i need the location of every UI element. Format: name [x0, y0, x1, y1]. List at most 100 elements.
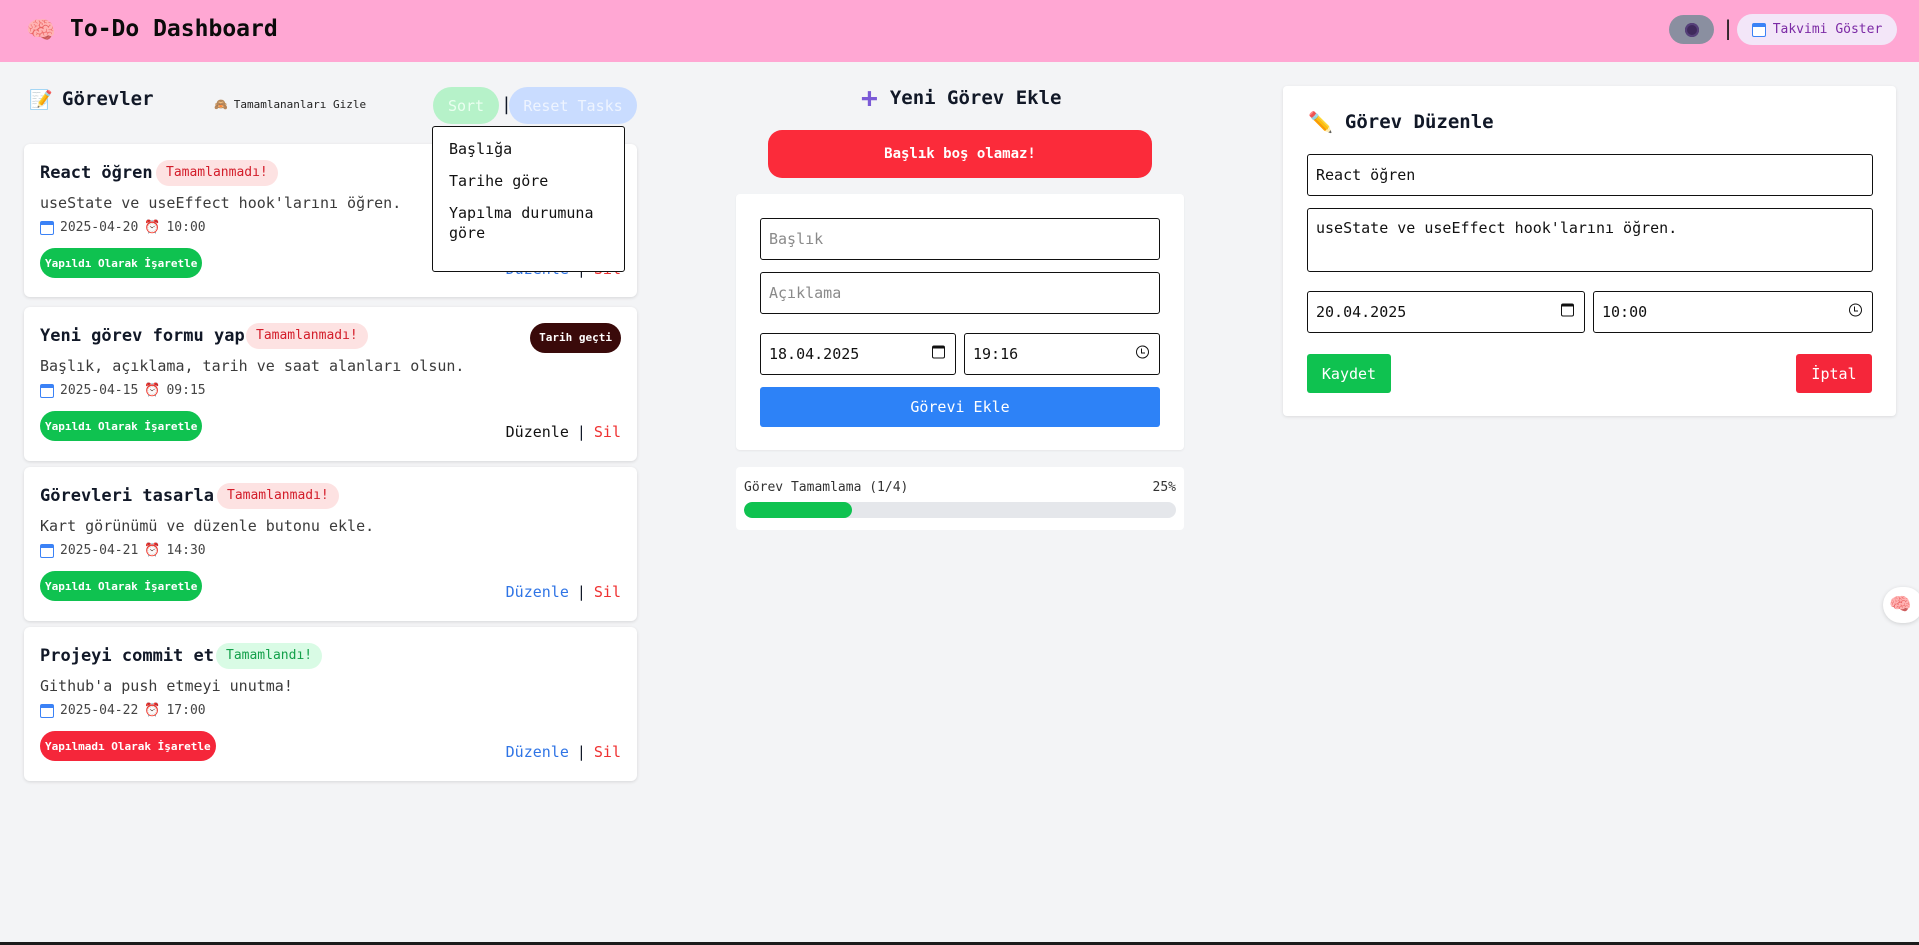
mark-undone-button[interactable]: Yapılmadı Olarak İşaretle	[40, 731, 216, 761]
moon-icon	[1684, 22, 1699, 37]
reset-tasks-button[interactable]: Reset Tasks	[509, 87, 637, 124]
task-title: Görevleri tasarla	[40, 486, 214, 506]
task-datetime: 2025-04-15 ⏰ 09:15	[40, 383, 206, 398]
floating-assistant-button[interactable]: 🧠	[1883, 587, 1919, 623]
task-card: Yeni görev formu yap Tamamlanmadı! Tarih…	[24, 307, 637, 461]
progress-fill	[744, 502, 852, 518]
task-card: Projeyi commit et Tamamlandı! Github'a p…	[24, 627, 637, 781]
edit-task-heading: ✏️ Görev Düzenle	[1308, 110, 1494, 134]
error-banner: Başlık boş olamaz!	[768, 130, 1152, 178]
description-input[interactable]: Açıklama	[760, 272, 1160, 314]
calendar-icon	[40, 220, 54, 235]
time-value: 19:16	[973, 345, 1019, 363]
title-input[interactable]: Başlık	[760, 218, 1160, 260]
progress-percent: 25%	[1152, 480, 1176, 495]
task-datetime: 2025-04-21 ⏰ 14:30	[40, 543, 206, 558]
hide-completed-label: Tamamlananları Gizle	[233, 98, 367, 111]
pencil-icon: ✏️	[1308, 110, 1333, 134]
delete-link[interactable]: Sil	[594, 583, 621, 601]
tasks-heading: Görevler	[62, 88, 154, 110]
task-time: 14:30	[166, 543, 206, 558]
status-badge: Tamamlanmadı!	[156, 160, 278, 186]
task-datetime: 2025-04-20 ⏰ 10:00	[40, 220, 206, 235]
status-badge: Tamamlanmadı!	[217, 483, 339, 509]
progress-card: Görev Tamamlama (1/4) 25%	[736, 467, 1184, 530]
sort-option-date[interactable]: Tarihe göre	[433, 167, 624, 195]
mark-done-button[interactable]: Yapıldı Olarak İşaretle	[40, 411, 203, 441]
edit-description-input[interactable]: useState ve useEffect hook'larını öğren.	[1307, 208, 1873, 272]
edit-time-value: 10:00	[1602, 303, 1648, 321]
new-task-heading: + Yeni Görev Ekle	[861, 81, 1061, 114]
see-no-evil-monkey-icon: 🙈	[214, 98, 228, 111]
alarm-clock-icon: ⏰	[144, 383, 161, 398]
cancel-button[interactable]: İptal	[1796, 354, 1872, 393]
new-task-form: Başlık Açıklama 18.04.2025 19:16 Görevi …	[736, 194, 1184, 450]
brain-icon: 🧠	[26, 16, 56, 44]
task-description: useState ve useEffect hook'larını öğren.	[40, 194, 402, 212]
edit-link[interactable]: Düzenle	[506, 743, 569, 761]
task-title: Projeyi commit et	[40, 646, 214, 666]
progress-label: Görev Tamamlama (1/4)	[744, 480, 909, 495]
action-separator: |	[576, 423, 586, 441]
edit-date-input[interactable]: 20.04.2025	[1307, 291, 1585, 333]
date-value: 18.04.2025	[769, 345, 860, 363]
task-date: 2025-04-15	[60, 383, 139, 398]
status-badge: Tamamlanmadı!	[246, 323, 368, 349]
clock-picker-icon[interactable]	[1136, 345, 1149, 363]
task-description: Başlık, açıklama, tarih ve saat alanları…	[40, 357, 465, 375]
add-task-button[interactable]: Görevi Ekle	[760, 387, 1160, 427]
plus-icon: +	[861, 81, 878, 114]
calendar-picker-icon[interactable]	[1561, 303, 1574, 321]
edit-title-input[interactable]: React öğren	[1307, 154, 1873, 196]
delete-link[interactable]: Sil	[594, 743, 621, 761]
header-separator: |	[1722, 16, 1735, 40]
action-separator: |	[576, 583, 586, 601]
task-time: 10:00	[166, 220, 206, 235]
edit-time-input[interactable]: 10:00	[1593, 291, 1873, 333]
task-date: 2025-04-20	[60, 220, 139, 235]
task-actions: Düzenle | Sil	[506, 583, 621, 601]
task-actions: Düzenle | Sil	[506, 743, 621, 761]
sort-option-title[interactable]: Başlığa	[433, 135, 624, 163]
task-title: React öğren	[40, 163, 153, 183]
calendar-icon	[1751, 22, 1766, 37]
edit-link[interactable]: Düzenle	[506, 423, 569, 441]
brain-icon: 🧠	[1889, 594, 1912, 615]
date-input[interactable]: 18.04.2025	[760, 333, 956, 375]
hide-completed-toggle[interactable]: 🙈 Tamamlananları Gizle	[214, 98, 366, 111]
overdue-badge: Tarih geçti	[530, 323, 621, 353]
status-badge: Tamamlandı!	[216, 643, 323, 669]
sort-option-status[interactable]: Yapılma durumuna göre	[433, 199, 624, 247]
task-date: 2025-04-21	[60, 543, 139, 558]
edit-task-panel: ✏️ Görev Düzenle React öğren useState ve…	[1283, 86, 1896, 416]
task-description: Github'a push etmeyi unutma!	[40, 677, 293, 695]
app-header: 🧠 To-Do Dashboard | Takvimi Göster	[0, 0, 1919, 62]
edit-date-value: 20.04.2025	[1316, 303, 1407, 321]
mark-done-button[interactable]: Yapıldı Olarak İşaretle	[40, 248, 203, 278]
edit-task-title: Görev Düzenle	[1344, 111, 1494, 133]
sort-button[interactable]: Sort	[433, 87, 499, 124]
task-time: 17:00	[166, 703, 206, 718]
alarm-clock-icon: ⏰	[144, 220, 161, 235]
edit-link[interactable]: Düzenle	[506, 583, 569, 601]
delete-link[interactable]: Sil	[594, 423, 621, 441]
task-title: Yeni görev formu yap	[40, 326, 245, 346]
task-card: Görevleri tasarla Tamamlanmadı! Kart gör…	[24, 467, 637, 621]
task-actions: Düzenle | Sil	[506, 423, 621, 441]
time-input[interactable]: 19:16	[964, 333, 1160, 375]
progress-track	[744, 502, 1176, 518]
mark-done-button[interactable]: Yapıldı Olarak İşaretle	[40, 571, 203, 601]
calendar-icon	[40, 383, 54, 398]
clock-picker-icon[interactable]	[1849, 303, 1862, 321]
alarm-clock-icon: ⏰	[144, 543, 161, 558]
save-button[interactable]: Kaydet	[1307, 354, 1391, 393]
calendar-picker-icon[interactable]	[932, 345, 945, 363]
action-separator: |	[576, 743, 586, 761]
theme-toggle-button[interactable]	[1669, 15, 1714, 44]
memo-icon: 📝	[29, 89, 53, 111]
task-date: 2025-04-22	[60, 703, 139, 718]
show-calendar-button[interactable]: Takvimi Göster	[1737, 14, 1897, 45]
sort-dropdown-menu: Başlığa Tarihe göre Yapılma durumuna gör…	[432, 126, 625, 272]
alarm-clock-icon: ⏰	[144, 703, 161, 718]
show-calendar-label: Takvimi Göster	[1772, 22, 1883, 37]
